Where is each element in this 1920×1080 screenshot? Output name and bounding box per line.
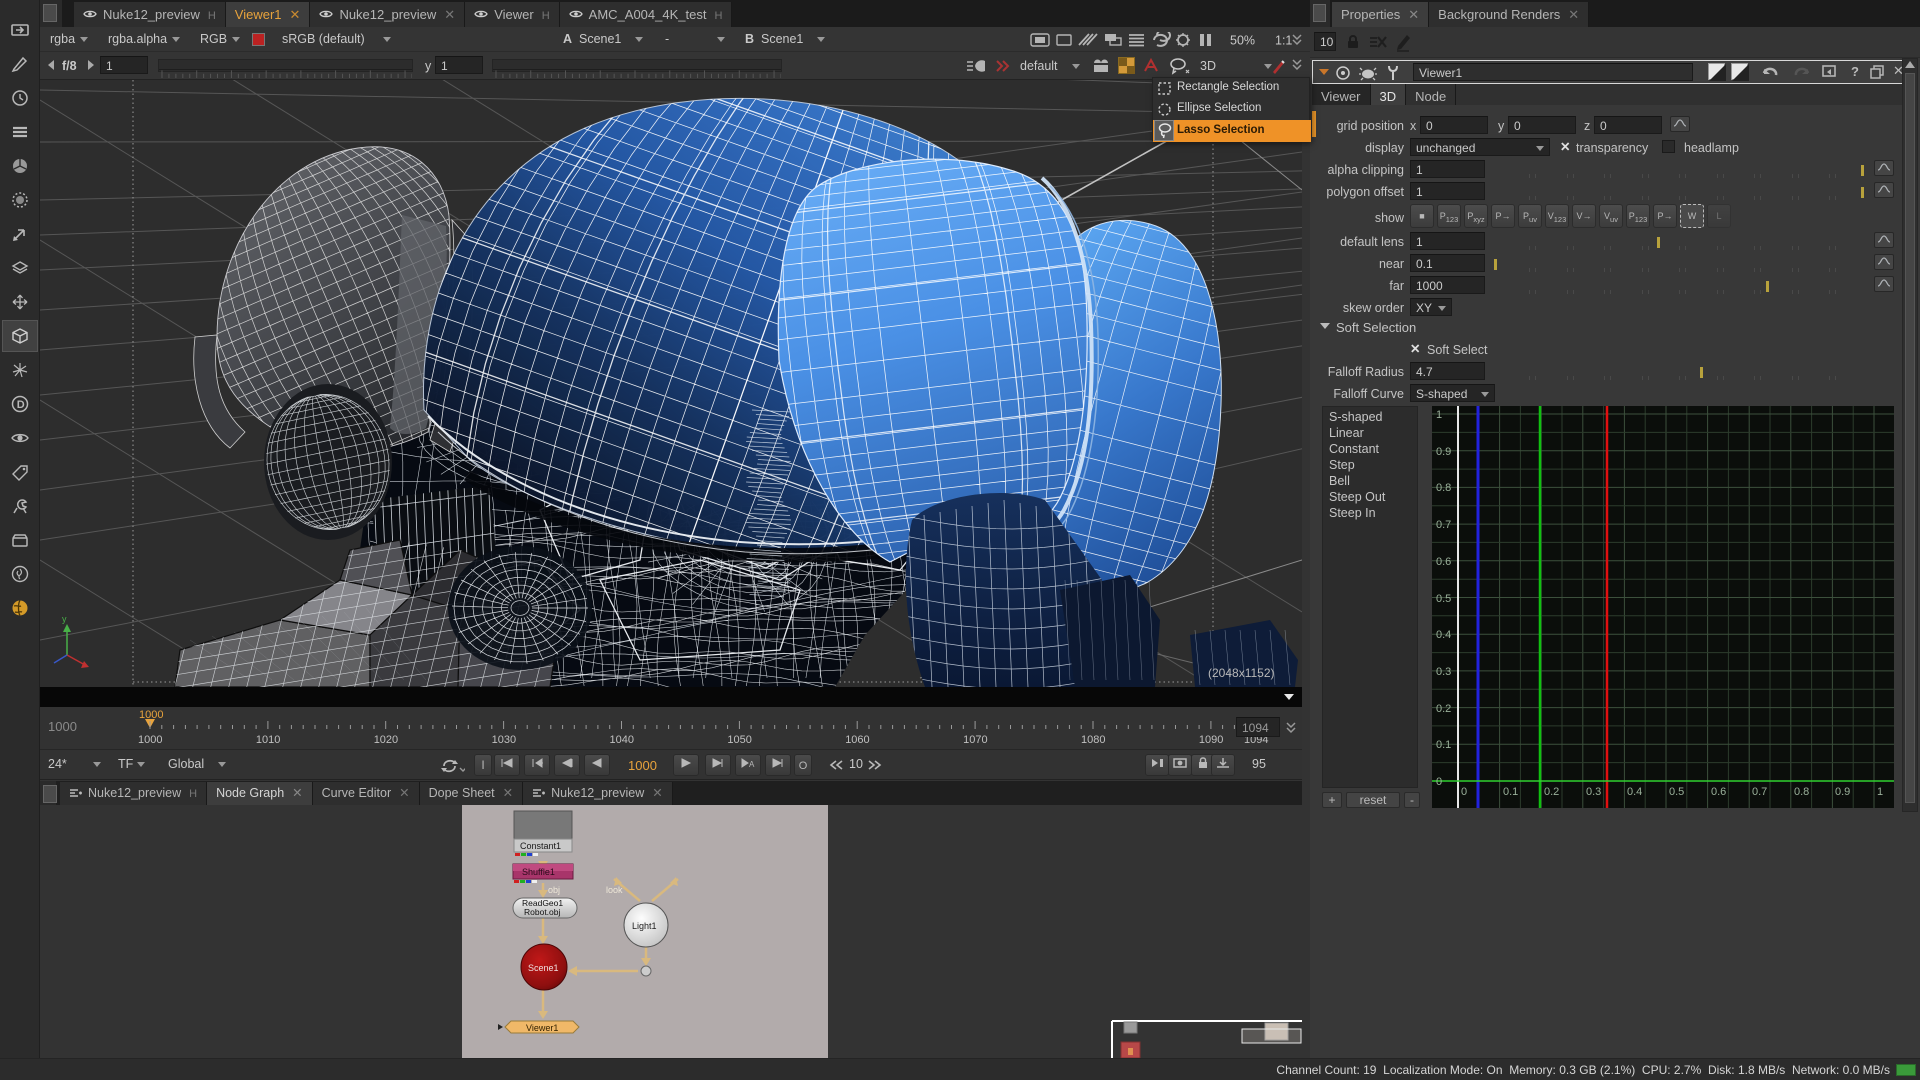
svg-text:1060: 1060: [845, 734, 869, 746]
svg-text:0.6: 0.6: [1711, 786, 1726, 798]
svg-text:0.8: 0.8: [1436, 482, 1451, 494]
svg-text:1010: 1010: [256, 734, 280, 746]
svg-text:0.9: 0.9: [1835, 786, 1850, 798]
svg-text:0.7: 0.7: [1436, 519, 1451, 531]
svg-text:0.8: 0.8: [1794, 786, 1809, 798]
svg-text:1: 1: [1436, 409, 1442, 421]
svg-text:1000: 1000: [138, 734, 162, 746]
svg-text:look: look: [606, 885, 623, 895]
svg-text:0.1: 0.1: [1436, 739, 1451, 751]
svg-text:1050: 1050: [727, 734, 751, 746]
svg-text:Shuffle1: Shuffle1: [522, 867, 555, 877]
svg-text:0.4: 0.4: [1436, 629, 1451, 641]
svg-text:0.2: 0.2: [1544, 786, 1559, 798]
svg-text:0.3: 0.3: [1586, 786, 1601, 798]
svg-text:1020: 1020: [374, 734, 398, 746]
svg-text:1: 1: [1877, 786, 1883, 798]
svg-text:0.5: 0.5: [1669, 786, 1684, 798]
svg-text:0.7: 0.7: [1752, 786, 1767, 798]
svg-text:0.3: 0.3: [1436, 666, 1451, 678]
svg-text:0.1: 0.1: [1503, 786, 1518, 798]
svg-text:1040: 1040: [610, 734, 634, 746]
svg-text:A: A: [749, 760, 755, 769]
svg-text:Viewer1: Viewer1: [526, 1023, 558, 1033]
svg-text:Scene1: Scene1: [528, 963, 559, 973]
svg-text:D: D: [17, 399, 25, 411]
svg-text:0.9: 0.9: [1436, 446, 1451, 458]
svg-text:Robot.obj: Robot.obj: [524, 907, 560, 917]
svg-text:Constant1: Constant1: [520, 841, 561, 851]
svg-text:0.5: 0.5: [1436, 593, 1451, 605]
svg-text:0: 0: [1461, 786, 1467, 798]
svg-text:0.6: 0.6: [1436, 556, 1451, 568]
svg-text:0.4: 0.4: [1627, 786, 1642, 798]
svg-text:1070: 1070: [963, 734, 987, 746]
svg-text:obj: obj: [548, 885, 560, 895]
svg-text:Light1: Light1: [632, 921, 657, 931]
svg-text:0: 0: [1436, 776, 1442, 788]
svg-text:1080: 1080: [1081, 734, 1105, 746]
svg-text:(2048x1152): (2048x1152): [1208, 666, 1275, 680]
svg-text:1030: 1030: [492, 734, 516, 746]
svg-text:y: y: [62, 614, 67, 624]
svg-text:50%: 50%: [1230, 34, 1255, 48]
svg-text:1090: 1090: [1199, 734, 1223, 746]
svg-text:0.2: 0.2: [1436, 703, 1451, 715]
